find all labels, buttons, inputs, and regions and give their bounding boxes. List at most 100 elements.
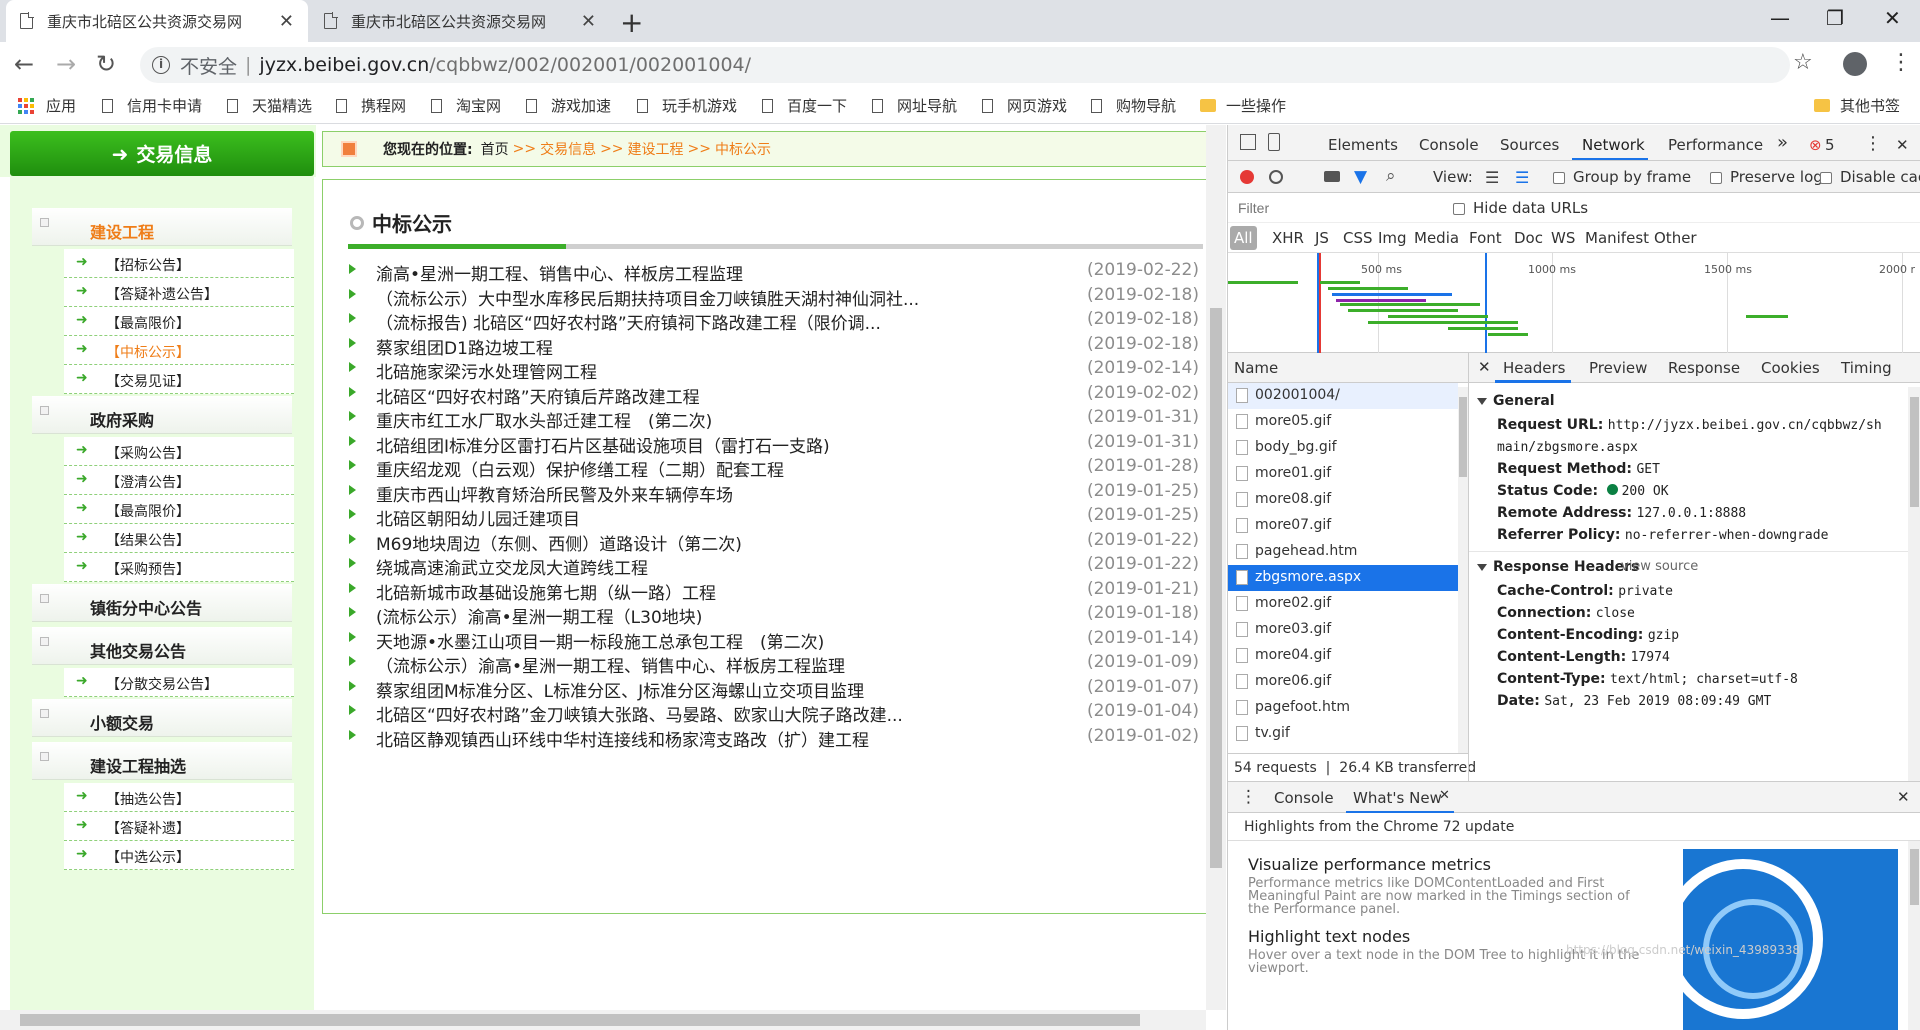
tab-cookies[interactable]: Cookies [1761,359,1820,377]
close-window-button[interactable]: ✕ [1884,6,1901,30]
tab-headers[interactable]: Headers [1503,359,1565,377]
minimize-button[interactable]: — [1770,6,1790,30]
type-js[interactable]: JS [1315,229,1329,247]
page-vertical-scrollbar[interactable] [1206,125,1226,1010]
sidebar-item-bidding-notice[interactable]: ➜ 【招标公告】 [64,249,294,278]
maximize-button[interactable]: ❐ [1826,6,1844,30]
sidebar-section-construction[interactable]: 建设工程 [32,208,292,246]
preserve-log-checkbox[interactable]: Preserve log [1710,168,1823,186]
request-row[interactable]: pagefoot.htm [1228,695,1458,721]
clear-icon[interactable] [1269,170,1283,184]
sidebar-item-dispersed-notice[interactable]: ➜ 【分散交易公告】 [64,668,294,697]
tab-network[interactable]: Network [1582,136,1645,154]
request-row[interactable]: more01.gif [1228,461,1458,487]
breadcrumb-link[interactable]: 中标公示 [715,139,771,159]
request-row[interactable]: body_bg.gif [1228,435,1458,461]
close-drawer-icon[interactable]: ✕ [1897,788,1910,806]
type-manifest[interactable]: Manifest [1585,229,1649,247]
feature-title[interactable]: Visualize performance metrics [1248,855,1491,874]
bookmark-folder[interactable]: 一些操作 [1200,95,1286,116]
close-whats-new-icon[interactable]: ✕ [1439,788,1450,803]
notice-title[interactable]: 北碚区静观镇西山环线中华村连接线和杨家湾支路改（扩）建工程 [376,726,869,751]
sidebar-section-small[interactable]: 小额交易 [32,699,292,737]
request-row[interactable]: more07.gif [1228,513,1458,539]
new-tab-button[interactable]: + [620,6,643,39]
bookmark-item[interactable]: 游戏加速 [526,95,611,116]
tab-performance[interactable]: Performance [1668,136,1763,154]
bookmark-item[interactable]: 网页游戏 [982,95,1067,116]
filter-icon[interactable]: ▼ [1354,167,1367,187]
requests-scrollbar[interactable] [1458,387,1468,753]
close-detail-icon[interactable]: ✕ [1478,358,1491,376]
tab-response[interactable]: Response [1668,359,1740,377]
bookmark-item[interactable]: 购物导航 [1091,95,1176,116]
page-horizontal-scrollbar[interactable] [0,1010,1206,1030]
filter-input[interactable] [1232,196,1442,220]
group-by-frame-checkbox[interactable]: Group by frame [1553,168,1691,186]
type-css[interactable]: CSS [1343,229,1373,247]
other-bookmarks[interactable]: 其他书签 [1814,95,1900,116]
bookmark-item[interactable]: 信用卡申请 [102,95,202,116]
back-button[interactable]: ← [14,50,34,78]
bookmark-star-icon[interactable]: ☆ [1793,50,1813,75]
drawer-tab-whats-new[interactable]: What's New [1353,789,1442,807]
request-row[interactable]: pagehead.htm [1228,539,1458,565]
bookmark-item[interactable]: 淘宝网 [431,95,501,116]
drawer-tab-console[interactable]: Console [1274,789,1334,807]
close-devtools-icon[interactable]: ✕ [1896,136,1909,154]
notice-row[interactable]: 北碚区静观镇西山环线中华村连接线和杨家湾支路改（扩）建工程 (2019-01-02… [349,722,1199,752]
forward-button[interactable]: → [56,50,76,78]
drawer-menu-icon[interactable]: ⋮ [1240,787,1257,807]
sidebar-item-max-price[interactable]: ➜ 【最高限价】 [64,495,294,524]
bookmark-item[interactable]: 百度一下 [762,95,847,116]
headers-scrollbar[interactable] [1908,387,1920,781]
sidebar-section-other[interactable]: 其他交易公告 [32,627,292,665]
sidebar-item-purchase-preview[interactable]: ➜ 【采购预告】 [64,553,294,582]
general-section-toggle[interactable]: General [1477,393,1555,409]
type-other[interactable]: Other [1654,229,1697,247]
error-icon[interactable]: ⊗ [1809,136,1822,154]
info-icon[interactable]: i [152,56,170,74]
sidebar-item-qa-notice[interactable]: ➜ 【答疑补遗公告】 [64,278,294,307]
sidebar-item-result-notice[interactable]: ➜ 【结果公告】 [64,524,294,553]
sidebar-section-draw[interactable]: 建设工程抽选 [32,742,292,780]
tab-console[interactable]: Console [1419,136,1479,154]
request-row[interactable]: more08.gif [1228,487,1458,513]
bookmark-apps[interactable]: 应用 [18,95,76,116]
tab-timing[interactable]: Timing [1841,359,1892,377]
view-source-link[interactable]: view source [1621,559,1698,574]
breadcrumb-home[interactable]: 首页 [481,139,509,159]
sidebar-item-draw-result[interactable]: ➜ 【中选公示】 [64,841,294,870]
profile-avatar[interactable] [1843,52,1867,76]
sidebar-section-town[interactable]: 镇街分中心公告 [32,584,292,622]
request-row[interactable]: more03.gif [1228,617,1458,643]
request-row[interactable]: more05.gif [1228,409,1458,435]
tab-preview[interactable]: Preview [1589,359,1647,377]
request-row[interactable]: 002001004/ [1228,383,1458,409]
record-icon[interactable] [1240,170,1254,184]
type-font[interactable]: Font [1469,229,1502,247]
sidebar-item-award-notice[interactable]: ➜ 【中标公示】 [64,336,294,365]
chrome-menu-icon[interactable]: ⋮ [1890,50,1912,75]
drawer-scrollbar[interactable] [1908,841,1920,1030]
close-tab-icon[interactable]: ✕ [279,11,294,32]
search-icon[interactable]: ⌕ [1386,166,1396,186]
breadcrumb-link[interactable]: 交易信息 [540,139,596,159]
bookmark-item[interactable]: 天猫精选 [227,95,312,116]
type-doc[interactable]: Doc [1514,229,1543,247]
more-tabs-icon[interactable]: » [1777,132,1788,153]
sidebar-item-clarify-notice[interactable]: ➜ 【澄清公告】 [64,466,294,495]
bookmark-item[interactable]: 玩手机游戏 [637,95,737,116]
type-media[interactable]: Media [1414,229,1459,247]
screenshot-icon[interactable] [1324,171,1340,182]
sidebar-item-purchase-notice[interactable]: ➜ 【采购公告】 [64,437,294,466]
close-tab-icon[interactable]: ✕ [581,11,596,32]
request-row[interactable]: tv.gif [1228,721,1458,747]
bookmark-item[interactable]: 网址导航 [872,95,957,116]
sidebar-section-procurement[interactable]: 政府采购 [32,396,292,434]
inspect-icon[interactable] [1240,134,1256,150]
request-row[interactable]: more04.gif [1228,643,1458,669]
sidebar-item-draw-notice[interactable]: ➜ 【抽选公告】 [64,783,294,812]
sidebar-item-witness[interactable]: ➜ 【交易见证】 [64,365,294,394]
request-row[interactable]: more02.gif [1228,591,1458,617]
